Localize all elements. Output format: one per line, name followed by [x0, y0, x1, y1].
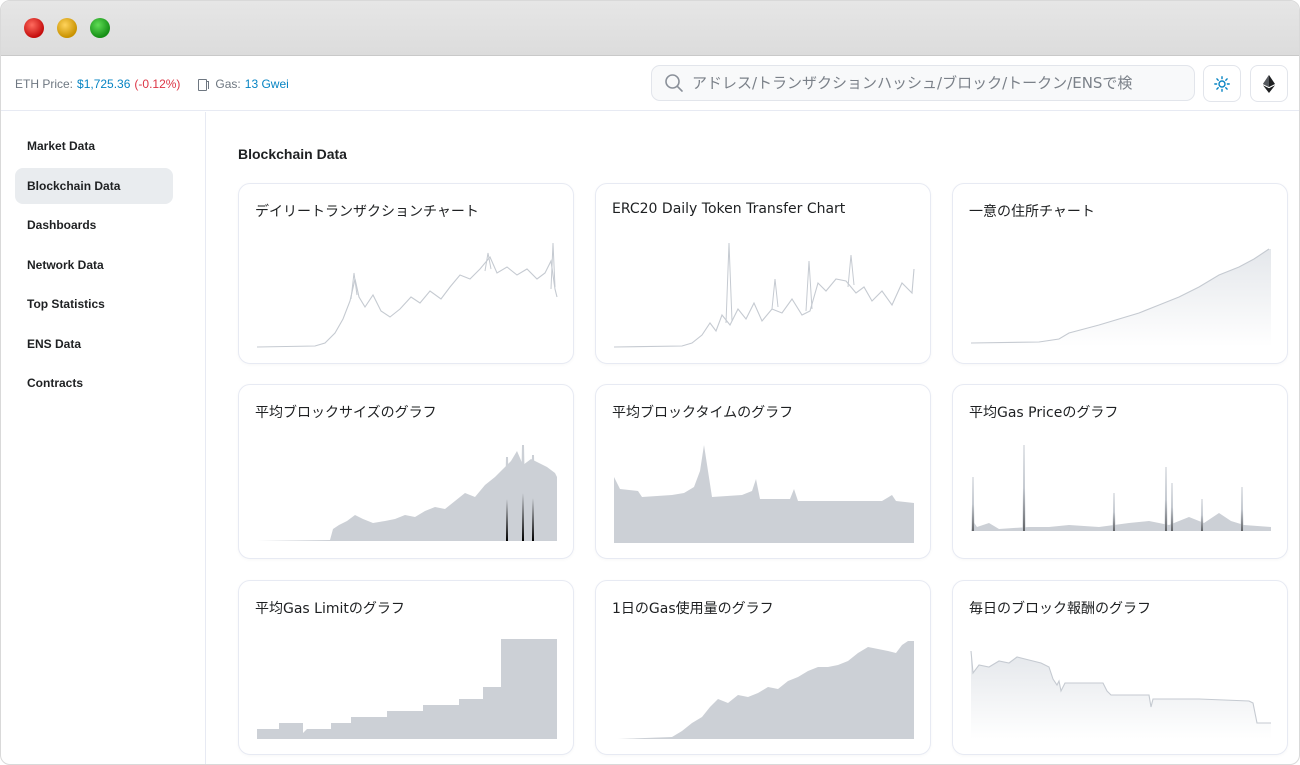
sidebar-item-contracts[interactable]: Contracts	[15, 365, 173, 401]
gas-value[interactable]: 13 Gwei	[245, 77, 289, 91]
average-block-size-thumbnail	[257, 444, 557, 542]
network-selector-button[interactable]	[1250, 65, 1288, 102]
maximize-window-button[interactable]	[90, 18, 110, 38]
chart-card-title: デイリートランザクションチャート	[255, 204, 479, 220]
chart-card-daily-transactions[interactable]: デイリートランザクションチャート	[238, 183, 574, 364]
eth-price-label: ETH Price:	[15, 76, 74, 91]
daily-gas-used-thumbnail	[618, 641, 914, 739]
chart-card-title: 平均Gas Limitのグラフ	[255, 601, 405, 617]
chart-card-title: 平均Gas Priceのグラフ	[969, 405, 1119, 421]
eth-price-change: (-0.12%)	[134, 76, 181, 91]
search-box[interactable]	[651, 65, 1195, 101]
chart-card-title: 平均ブロックタイムのグラフ	[612, 405, 794, 421]
browser-window: ETH Price: $1,725.36 (-0.12%) Gas: 13 Gw…	[0, 0, 1300, 765]
window-titlebar	[1, 1, 1299, 56]
daily-transactions-thumbnail	[256, 242, 558, 348]
chart-card-title: 1日のGas使用量のグラフ	[612, 601, 774, 617]
sidebar-item-dashboards[interactable]: Dashboards	[15, 207, 173, 243]
average-gas-limit-thumbnail	[257, 639, 557, 739]
minimize-window-button[interactable]	[57, 18, 77, 38]
sidebar-item-network-data[interactable]: Network Data	[15, 247, 173, 283]
ethereum-icon	[1263, 74, 1275, 93]
chart-card-average-block-size[interactable]: 平均ブロックサイズのグラフ	[238, 384, 574, 559]
chart-card-title: 平均ブロックサイズのグラフ	[255, 405, 437, 421]
unique-addresses-thumbnail	[970, 248, 1271, 347]
chart-card-average-gas-limit[interactable]: 平均Gas Limitのグラフ	[238, 580, 574, 755]
average-gas-price-thumbnail	[971, 444, 1271, 532]
chart-card-title: ERC20 Daily Token Transfer Chart	[612, 201, 846, 217]
sun-icon	[1214, 75, 1230, 92]
chart-card-average-block-time[interactable]: 平均ブロックタイムのグラフ	[595, 384, 931, 559]
chart-card-unique-addresses[interactable]: 一意の住所チャート	[952, 183, 1288, 364]
chart-card-title: 一意の住所チャート	[969, 204, 1095, 220]
search-input[interactable]	[692, 74, 1132, 92]
erc20-transfers-thumbnail	[613, 242, 915, 348]
theme-toggle-button[interactable]	[1203, 65, 1241, 102]
chart-card-average-gas-price[interactable]: 平均Gas Priceのグラフ	[952, 384, 1288, 559]
eth-price-value[interactable]: $1,725.36	[77, 77, 130, 91]
sidebar-nav: Market Data Blockchain Data Dashboards N…	[1, 112, 206, 764]
top-bar: ETH Price: $1,725.36 (-0.12%) Gas: 13 Gw…	[1, 57, 1299, 111]
chart-card-erc20-transfers[interactable]: ERC20 Daily Token Transfer Chart	[595, 183, 931, 364]
sidebar-item-blockchain-data[interactable]: Blockchain Data	[15, 167, 173, 204]
search-icon	[665, 74, 683, 92]
gas-pump-icon	[197, 78, 210, 91]
sidebar-item-ens-data[interactable]: ENS Data	[15, 326, 173, 362]
chart-card-daily-gas-used[interactable]: 1日のGas使用量のグラフ	[595, 580, 931, 755]
chart-card-title: 毎日のブロック報酬のグラフ	[969, 601, 1151, 617]
daily-block-rewards-thumbnail	[970, 650, 1271, 739]
sidebar-item-top-statistics[interactable]: Top Statistics	[15, 286, 173, 322]
close-window-button[interactable]	[24, 18, 44, 38]
sidebar-item-market-data[interactable]: Market Data	[15, 128, 173, 164]
page-title: Blockchain Data	[238, 146, 347, 162]
gas-label: Gas:	[215, 76, 241, 91]
average-block-time-thumbnail	[614, 445, 914, 543]
chart-card-daily-block-rewards[interactable]: 毎日のブロック報酬のグラフ	[952, 580, 1288, 755]
main-content: Blockchain Data デイリートランザクションチャート ERC20 D…	[207, 112, 1299, 764]
